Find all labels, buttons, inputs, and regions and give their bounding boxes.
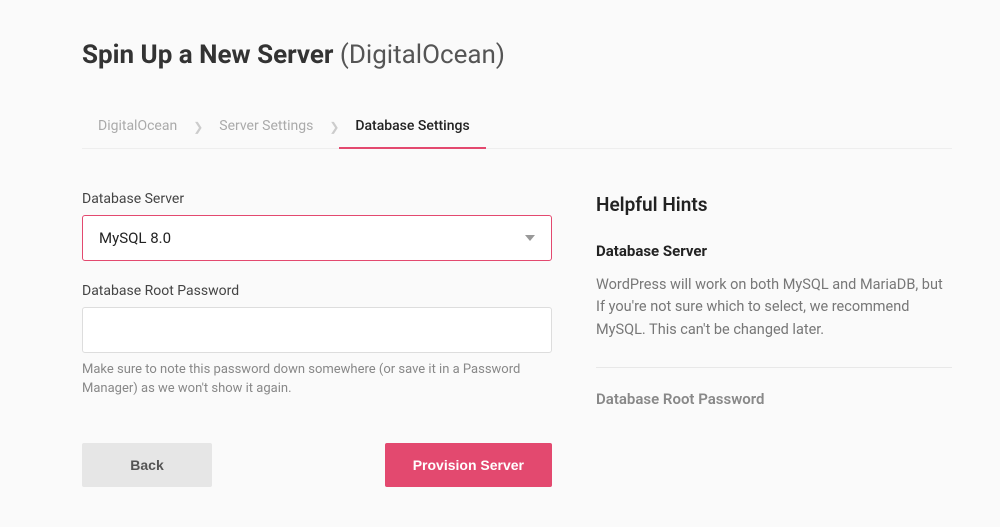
chevron-right-icon: ❯	[193, 120, 203, 134]
hint-db-server-heading: Database Server	[596, 242, 952, 260]
db-root-password-helper: Make sure to note this password down som…	[82, 361, 552, 399]
hint-db-root-password-heading: Database Root Password	[596, 390, 952, 408]
caret-down-icon	[525, 235, 535, 241]
back-button[interactable]: Back	[82, 443, 212, 487]
db-server-value: MySQL 8.0	[99, 229, 171, 247]
provision-server-button[interactable]: Provision Server	[385, 443, 552, 487]
tab-server-settings[interactable]: Server Settings	[203, 106, 329, 148]
chevron-right-icon: ❯	[329, 120, 339, 134]
tab-digitalocean[interactable]: DigitalOcean	[82, 106, 193, 148]
tab-database-settings[interactable]: Database Settings	[339, 106, 485, 148]
page-title-context: (DigitalOcean)	[340, 40, 505, 70]
divider	[596, 367, 952, 368]
hint-db-server-body: WordPress will work on both MySQL and Ma…	[596, 274, 952, 341]
page-title: Spin Up a New Server (DigitalOcean)	[82, 40, 952, 70]
db-root-password-label: Database Root Password	[82, 283, 552, 299]
db-root-password-input[interactable]	[82, 307, 552, 353]
page-title-main: Spin Up a New Server	[82, 40, 333, 70]
db-server-select[interactable]: MySQL 8.0	[82, 215, 552, 261]
db-server-label: Database Server	[82, 191, 552, 207]
hints-title: Helpful Hints	[596, 193, 952, 216]
wizard-tabs: DigitalOcean ❯ Server Settings ❯ Databas…	[82, 106, 952, 149]
